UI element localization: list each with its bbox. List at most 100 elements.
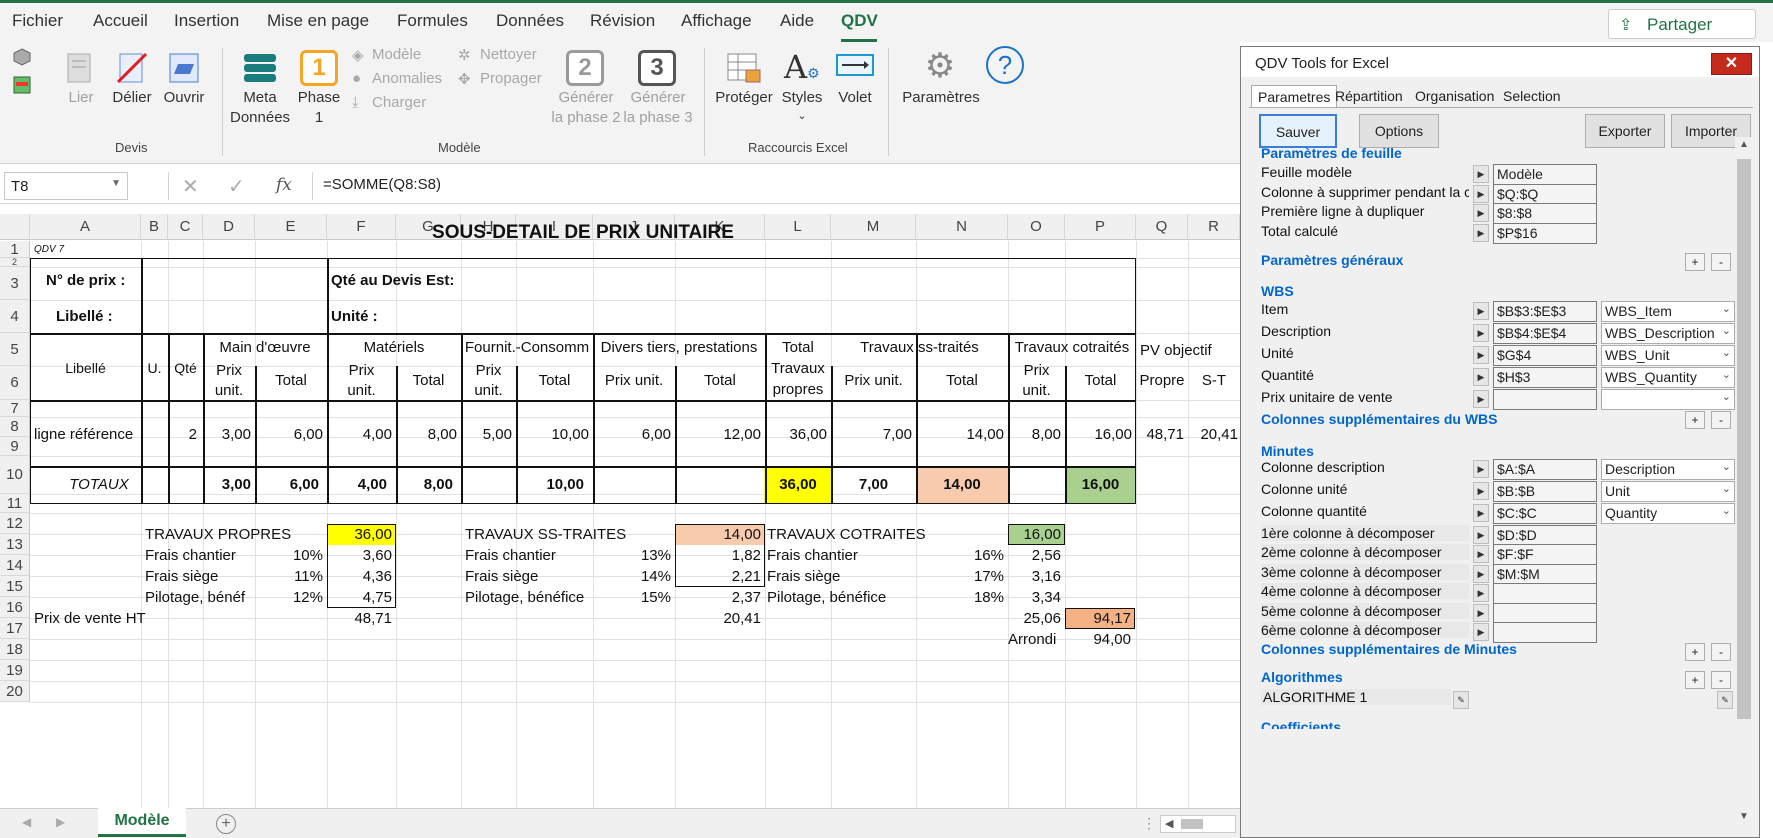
minutes-input[interactable]: $A:$A [1493, 459, 1597, 480]
arrondi-value[interactable]: 94,00 [1065, 631, 1131, 648]
gen3-label-1[interactable]: Générer [620, 88, 696, 108]
share-button[interactable]: ⇪ Partager [1608, 9, 1756, 39]
row8-d[interactable]: 3,00 [203, 426, 251, 443]
grand-total[interactable]: 94,17 [1065, 610, 1131, 627]
menu-formules[interactable]: Formules [397, 11, 468, 31]
menu-revision[interactable]: Révision [590, 11, 655, 31]
row8-p[interactable]: 16,00 [1065, 426, 1132, 443]
row8-m[interactable]: 7,00 [831, 426, 912, 443]
proteger-icon[interactable] [726, 50, 762, 86]
phase1-icon[interactable]: 1 [300, 50, 338, 86]
row-header[interactable]: 8 [0, 417, 30, 437]
feuille-input[interactable]: $Q:$Q [1493, 184, 1597, 205]
st-fs-pct[interactable]: 14% [593, 568, 671, 585]
tab-organisation[interactable]: Organisation [1409, 85, 1500, 107]
menu-fichier[interactable]: Fichier [12, 11, 63, 31]
add-sheet-icon[interactable]: + [216, 814, 236, 834]
fx-icon[interactable]: fx [276, 175, 292, 195]
gear-icon[interactable]: ⚙ [922, 48, 958, 84]
gen2-label-1[interactable]: Générer [548, 88, 624, 108]
total-e[interactable]: 6,00 [255, 476, 319, 493]
pb-value[interactable]: 4,75 [327, 589, 392, 606]
arrow-right-icon[interactable]: ▶ [1473, 526, 1489, 544]
select-all-corner[interactable] [0, 214, 30, 240]
cancel-icon[interactable]: ✕ [182, 174, 199, 199]
arrow-right-icon[interactable]: ▶ [1473, 324, 1489, 342]
ct-fc-value[interactable]: 2,56 [1008, 547, 1061, 564]
generaux-minus-button[interactable]: - [1711, 253, 1731, 271]
row8-l[interactable]: 36,00 [765, 426, 827, 443]
scroll-down-icon[interactable]: ▼ [1739, 811, 1749, 822]
phase1-label-1[interactable]: Phase [296, 88, 342, 108]
algo-minus-button[interactable]: - [1711, 671, 1731, 689]
minutes-input[interactable]: $B:$B [1493, 481, 1597, 502]
tab-repartition[interactable]: Répartition [1329, 85, 1409, 107]
row8-qte[interactable]: 2 [168, 426, 197, 443]
meta-label-2[interactable]: Données [230, 108, 290, 128]
row-header[interactable]: 1 [0, 241, 30, 258]
propager-button[interactable]: Propager [480, 70, 542, 87]
wbs-select[interactable]: WBS_Unit ⌄ [1601, 345, 1735, 366]
meta-label-1[interactable]: Meta [230, 88, 290, 108]
anomalies-button[interactable]: Anomalies [372, 70, 442, 87]
feuille-input[interactable]: Modèle [1493, 164, 1597, 185]
sauver-button[interactable]: Sauver [1259, 114, 1337, 148]
ct-fc-pct[interactable]: 16% [916, 547, 1004, 564]
row-header[interactable]: 11 [0, 494, 30, 513]
decomp-input[interactable] [1493, 622, 1597, 643]
st-pb-value[interactable]: 2,37 [675, 589, 761, 606]
wbs-input[interactable]: $G$4 [1493, 345, 1597, 366]
cube-icon[interactable] [13, 48, 31, 66]
phase1-label-2[interactable]: 1 [296, 108, 342, 128]
menu-mise-en-page[interactable]: Mise en page [267, 11, 369, 31]
wbs-select[interactable]: WBS_Quantity ⌄ [1601, 367, 1735, 388]
arrow-right-icon[interactable]: ▶ [1473, 224, 1489, 242]
minutes-supp-plus-button[interactable]: + [1685, 643, 1705, 661]
charger-button[interactable]: Charger [372, 94, 426, 111]
feuille-input[interactable]: $P$16 [1493, 223, 1597, 244]
menu-donnees[interactable]: Données [496, 11, 564, 31]
styles-button[interactable]: Styles [776, 88, 828, 108]
wbs-input[interactable]: $H$3 [1493, 367, 1597, 388]
spreadsheet-grid[interactable]: ABCDEFGHIJKLMNOPQR 1 2 3 4 5 6 7 8 9 10 11 12 13 14 15… [0, 204, 1240, 808]
row-header[interactable]: 10 [0, 456, 30, 494]
menu-qdv[interactable]: QDV [841, 11, 878, 31]
scroll-right-icon[interactable]: ▶ [56, 815, 65, 829]
help-icon[interactable]: ? [986, 46, 1024, 84]
total-d[interactable]: 3,00 [203, 476, 251, 493]
minutes-select[interactable]: Quantity ⌄ [1601, 503, 1735, 524]
row8-label[interactable]: ligne référence [34, 426, 133, 443]
gen2-label-2[interactable]: la phase 2 [548, 108, 624, 128]
arrow-right-icon[interactable]: ▶ [1473, 165, 1489, 183]
sheet-tab-modele[interactable]: Modèle [98, 808, 186, 837]
row-header[interactable]: 13 [0, 534, 30, 555]
ct-fs-value[interactable]: 3,16 [1008, 568, 1061, 585]
wbs-input[interactable] [1493, 389, 1597, 410]
options-button[interactable]: Options [1359, 114, 1439, 148]
ouvrir-button[interactable]: Ouvrir [160, 88, 208, 108]
menu-insertion[interactable]: Insertion [174, 11, 239, 31]
decomp-input[interactable] [1493, 603, 1597, 624]
total-i[interactable]: 10,00 [516, 476, 584, 493]
nettoyer-button[interactable]: Nettoyer [480, 46, 537, 63]
row-header[interactable]: 18 [0, 639, 30, 660]
exporter-button[interactable]: Exporter [1585, 114, 1665, 148]
arrow-right-icon[interactable]: ▶ [1473, 368, 1489, 386]
fs-pct[interactable]: 11% [255, 568, 323, 585]
lier-icon[interactable] [62, 50, 98, 86]
total-n[interactable]: 14,00 [916, 476, 1008, 493]
wbs-supp-plus-button[interactable]: + [1685, 411, 1705, 429]
pb-pct[interactable]: 12% [255, 589, 323, 606]
edit-icon[interactable]: ✎ [1453, 691, 1469, 709]
st-fs-value[interactable]: 2,21 [675, 568, 761, 585]
volet-button[interactable]: Volet [830, 88, 880, 108]
scroll-up-icon[interactable]: ▲ [1739, 139, 1749, 150]
row-header[interactable]: 14 [0, 555, 30, 576]
fc-value[interactable]: 3,60 [327, 547, 392, 564]
fc-pct[interactable]: 10% [255, 547, 323, 564]
total-m[interactable]: 7,00 [831, 476, 916, 493]
ct-pv-value[interactable]: 25,06 [1008, 610, 1061, 627]
ct-value[interactable]: 16,00 [1008, 526, 1061, 543]
arrow-right-icon[interactable]: ▶ [1473, 584, 1489, 602]
volet-icon[interactable] [836, 54, 874, 80]
